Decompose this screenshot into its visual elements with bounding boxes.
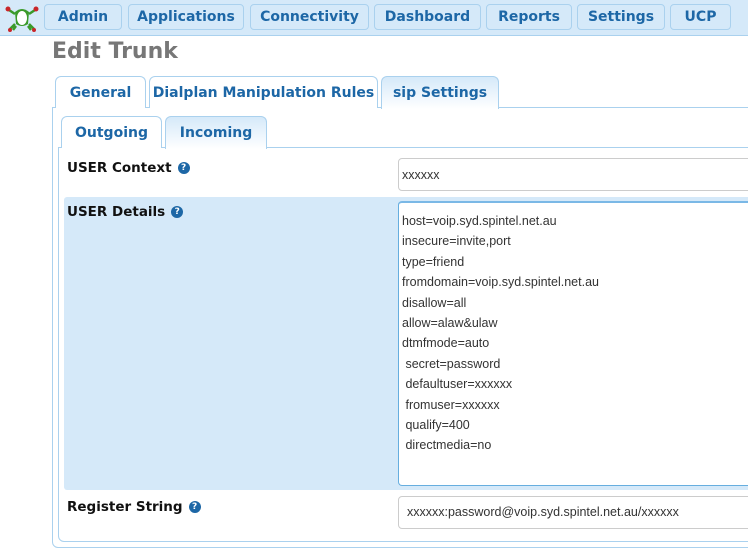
- nav-admin[interactable]: Admin: [44, 4, 122, 30]
- top-nav-bar: Admin Applications Connectivity Dashboar…: [0, 0, 748, 36]
- textarea-line: fromdomain=voip.syd.spintel.net.au: [402, 275, 599, 290]
- help-icon[interactable]: ?: [188, 501, 201, 513]
- textarea-line: allow=alaw&ulaw: [402, 315, 498, 330]
- textarea-line: defaultuser=xxxxxx: [402, 377, 513, 392]
- subtab-outgoing[interactable]: Outgoing: [61, 116, 162, 148]
- user-context-label-text: USER Context: [67, 160, 172, 176]
- textarea-line: dtmfmode=auto: [402, 336, 490, 351]
- nav-reports[interactable]: Reports: [486, 4, 572, 30]
- textarea-line: disallow=all: [402, 295, 467, 310]
- nav-applications[interactable]: Applications: [128, 4, 244, 30]
- tab-general[interactable]: General: [55, 76, 146, 108]
- textarea-line: fromuser=xxxxxx: [402, 397, 500, 412]
- help-icon[interactable]: ?: [171, 206, 184, 218]
- textarea-line: directmedia=no: [402, 438, 492, 453]
- register-string-label-text: Register String: [67, 499, 183, 515]
- user-context-label: USER Context ?: [67, 160, 190, 176]
- textarea-line: insecure=invite,port: [402, 234, 511, 249]
- register-string-label: Register String ?: [67, 499, 201, 515]
- page-title: Edit Trunk: [52, 39, 178, 64]
- nav-ucp[interactable]: UCP: [670, 4, 731, 30]
- user-details-label: USER Details ?: [67, 204, 184, 220]
- nav-connectivity[interactable]: Connectivity: [250, 4, 369, 30]
- subtab-incoming[interactable]: Incoming: [165, 116, 267, 149]
- register-string-input[interactable]: xxxxxx:password@voip.syd.spintel.net.au/…: [398, 496, 748, 529]
- help-icon[interactable]: ?: [177, 162, 190, 174]
- textarea-line: secret=password: [402, 356, 501, 371]
- frog-logo-icon[interactable]: [3, 4, 41, 32]
- textarea-line: host=voip.syd.spintel.net.au: [402, 214, 557, 228]
- user-details-label-text: USER Details: [67, 204, 166, 220]
- tab-dialplan-manipulation-rules[interactable]: Dialplan Manipulation Rules: [149, 76, 378, 108]
- user-context-input[interactable]: xxxxxx: [398, 158, 748, 191]
- user-details-textarea[interactable]: host=voip.syd.spintel.net.au insecure=in…: [398, 201, 748, 486]
- nav-dashboard[interactable]: Dashboard: [374, 4, 481, 30]
- textarea-line: type=friend: [402, 254, 465, 269]
- textarea-line: qualify=400: [402, 417, 470, 432]
- tab-sip-settings[interactable]: sip Settings: [381, 76, 499, 109]
- nav-settings[interactable]: Settings: [577, 4, 665, 30]
